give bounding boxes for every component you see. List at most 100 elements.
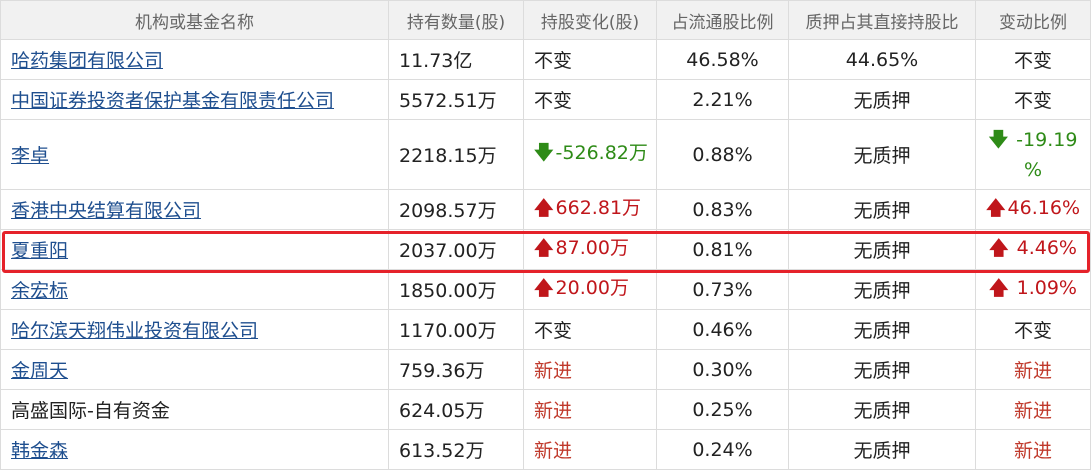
holder-name-cell: 余宏标 xyxy=(0,269,389,310)
quantity-cell: 2037.00万 xyxy=(388,229,524,270)
holder-link[interactable]: 韩金森 xyxy=(11,440,68,462)
header-float-ratio: 占流通股比例 xyxy=(656,0,789,40)
table-row: 李卓 2218.15万 🡇 -526.82万 0.88% 无质押 🡇 -19.19… xyxy=(0,119,1091,190)
arrow-up-icon: 🡅 xyxy=(989,236,1009,259)
change-ratio-cell: 不变 xyxy=(975,309,1091,350)
change-ratio-value: 不变 xyxy=(1013,50,1052,72)
holder-name-cell: 李卓 xyxy=(0,119,389,190)
change-cell: 🡇 -526.82万 xyxy=(523,119,657,190)
table-row: 韩金森 613.52万 新进 0.24% 无质押 新进 xyxy=(0,429,1091,470)
quantity-cell: 2098.57万 xyxy=(388,189,524,230)
change-ratio-cell: 🡅 1.09% xyxy=(975,269,1091,310)
float-ratio-cell: 0.46% xyxy=(656,309,789,350)
change-value: -526.82万 xyxy=(555,142,648,164)
header-change-ratio: 变动比例 xyxy=(975,0,1091,40)
holder-name-cell: 韩金森 xyxy=(0,429,389,470)
holder-link[interactable]: 李卓 xyxy=(11,145,49,167)
change-cell: 不变 xyxy=(523,79,657,120)
quantity-cell: 759.36万 xyxy=(388,349,524,390)
holder-link[interactable]: 中国证券投资者保护基金有限责任公司 xyxy=(11,90,334,112)
arrow-up-icon: 🡅 xyxy=(534,197,554,219)
change-ratio-cell: 🡅 4.46% xyxy=(975,229,1091,270)
holder-name-cell: 夏重阳 xyxy=(0,229,389,270)
change-ratio-value: 新进 xyxy=(1013,440,1052,462)
quantity-cell: 11.73亿 xyxy=(388,39,524,80)
arrow-up-icon: 🡅 xyxy=(989,276,1009,299)
header-name: 机构或基金名称 xyxy=(0,0,389,40)
holder-link[interactable]: 夏重阳 xyxy=(11,240,68,262)
holder-link[interactable]: 哈尔滨天翔伟业投资有限公司 xyxy=(11,320,258,342)
arrow-up-icon: 🡅 xyxy=(986,196,1006,219)
pledge-ratio-cell: 无质押 xyxy=(788,79,976,120)
change-ratio-unit: % xyxy=(1023,158,1043,181)
pledge-ratio-cell: 无质押 xyxy=(788,269,976,310)
change-value: 新进 xyxy=(534,400,573,422)
change-value: 不变 xyxy=(534,90,573,112)
shareholders-table: 机构或基金名称 持有数量(股) 持股变化(股) 占流通股比例 质押占其直接持股比… xyxy=(0,0,1091,470)
change-ratio-cell: 🡅 46.16% xyxy=(975,189,1091,230)
float-ratio-cell: 46.58% xyxy=(656,39,789,80)
change-value: 87.00万 xyxy=(555,237,629,259)
float-ratio-cell: 0.83% xyxy=(656,189,789,230)
change-ratio-value: 不变 xyxy=(1013,320,1052,342)
holder-link[interactable]: 哈药集团有限公司 xyxy=(11,50,163,72)
change-cell: 新进 xyxy=(523,389,657,430)
table-row: 哈药集团有限公司 11.73亿 不变 46.58% 44.65% 不变 xyxy=(0,39,1091,80)
change-ratio-value: 4.46% xyxy=(1016,236,1077,259)
change-ratio-value: 新进 xyxy=(1013,400,1052,422)
pledge-ratio-cell: 无质押 xyxy=(788,189,976,230)
quantity-cell: 5572.51万 xyxy=(388,79,524,120)
change-ratio-value: 不变 xyxy=(1013,90,1052,112)
change-cell: 新进 xyxy=(523,349,657,390)
header-change: 持股变化(股) xyxy=(523,0,657,40)
holder-name-cell: 哈尔滨天翔伟业投资有限公司 xyxy=(0,309,389,350)
table-row: 高盛国际-自有资金 624.05万 新进 0.25% 无质押 新进 xyxy=(0,389,1091,430)
change-ratio-cell: 新进 xyxy=(975,429,1091,470)
arrow-up-icon: 🡅 xyxy=(534,237,554,259)
pledge-ratio-cell: 无质押 xyxy=(788,429,976,470)
float-ratio-cell: 0.30% xyxy=(656,349,789,390)
pledge-ratio-cell: 44.65% xyxy=(788,39,976,80)
arrow-up-icon: 🡅 xyxy=(534,277,554,299)
holder-link[interactable]: 香港中央结算有限公司 xyxy=(11,200,201,222)
pledge-ratio-cell: 无质押 xyxy=(788,349,976,390)
change-ratio-value: 46.16% xyxy=(1007,196,1080,219)
change-ratio-cell: 新进 xyxy=(975,349,1091,390)
change-cell: 不变 xyxy=(523,39,657,80)
change-cell: 🡅 20.00万 xyxy=(523,269,657,310)
float-ratio-cell: 0.25% xyxy=(656,389,789,430)
holder-link[interactable]: 余宏标 xyxy=(11,280,68,302)
change-value: 662.81万 xyxy=(555,197,642,219)
change-value: 新进 xyxy=(534,360,573,382)
quantity-cell: 2218.15万 xyxy=(388,119,524,190)
table-row: 哈尔滨天翔伟业投资有限公司 1170.00万 不变 0.46% 无质押 不变 xyxy=(0,309,1091,350)
change-ratio-cell: 新进 xyxy=(975,389,1091,430)
change-cell: 新进 xyxy=(523,429,657,470)
holder-name-cell: 哈药集团有限公司 xyxy=(0,39,389,80)
holder-link[interactable]: 金周天 xyxy=(11,360,68,382)
float-ratio-cell: 2.21% xyxy=(656,79,789,120)
header-quantity: 持有数量(股) xyxy=(388,0,524,40)
pledge-ratio-cell: 无质押 xyxy=(788,309,976,350)
table-row-highlighted: 夏重阳 2037.00万 🡅 87.00万 0.81% 无质押 🡅 4.46% xyxy=(0,229,1091,270)
arrow-down-icon: 🡇 xyxy=(534,142,554,164)
holder-name-cell: 金周天 xyxy=(0,349,389,390)
float-ratio-cell: 0.81% xyxy=(656,229,789,270)
change-ratio-value: 1.09% xyxy=(1016,276,1077,299)
holder-name-cell: 中国证券投资者保护基金有限责任公司 xyxy=(0,79,389,120)
header-pledge-ratio: 质押占其直接持股比 xyxy=(788,0,976,40)
change-ratio-value: 新进 xyxy=(1013,360,1052,382)
float-ratio-cell: 0.73% xyxy=(656,269,789,310)
table-row: 金周天 759.36万 新进 0.30% 无质押 新进 xyxy=(0,349,1091,390)
change-cell: 不变 xyxy=(523,309,657,350)
holder-name-cell: 香港中央结算有限公司 xyxy=(0,189,389,230)
shareholder-panel: 机构或基金名称 持有数量(股) 持股变化(股) 占流通股比例 质押占其直接持股比… xyxy=(0,0,1092,470)
change-ratio-cell: 🡇 -19.19 % xyxy=(975,119,1091,190)
quantity-cell: 1170.00万 xyxy=(388,309,524,350)
table-row: 香港中央结算有限公司 2098.57万 🡅 662.81万 0.83% 无质押 🡅… xyxy=(0,189,1091,230)
arrow-down-icon: 🡇 xyxy=(988,128,1009,151)
change-ratio-cell: 不变 xyxy=(975,79,1091,120)
change-value: 20.00万 xyxy=(555,277,629,299)
change-ratio-value: -19.19 xyxy=(1016,128,1078,151)
pledge-ratio-cell: 无质押 xyxy=(788,229,976,270)
